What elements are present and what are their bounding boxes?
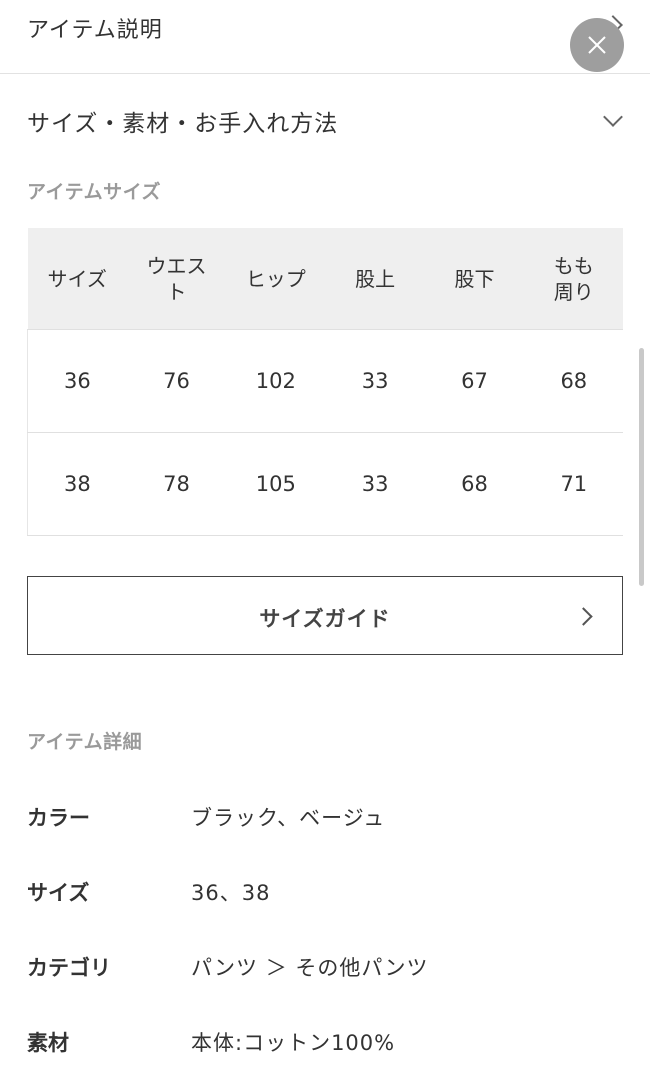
table-header-cell: ヒップ	[226, 228, 326, 330]
table-cell: 71	[524, 432, 624, 536]
detail-value: ブラック、ベージュ	[191, 806, 386, 830]
detail-row-size: サイズ 36、38	[27, 877, 623, 917]
table-cell: 38	[26, 432, 127, 536]
size-table: サイズ ウエスト ヒップ 股上 股下 もも周り 36 76 102 33 67 …	[26, 228, 624, 536]
table-header-row: サイズ ウエスト ヒップ 股上 股下 もも周り	[27, 228, 624, 330]
size-guide-label: サイズガイド	[259, 607, 391, 631]
detail-row-color: カラー ブラック、ベージュ	[27, 802, 623, 842]
size-material-care-accordion[interactable]: サイズ・素材・お手入れ方法	[0, 74, 650, 166]
table-header-cell: 股下	[424, 228, 525, 330]
chevron-down-icon	[603, 107, 623, 127]
item-size-label: アイテムサイズ	[27, 181, 162, 203]
table-row: 36 76 102 33 67 68	[26, 329, 624, 433]
table-cell: 67	[424, 329, 525, 433]
item-description-title: アイテム説明	[27, 18, 163, 43]
accordion-title: サイズ・素材・お手入れ方法	[27, 111, 339, 137]
table-cell: 36	[26, 329, 127, 433]
close-button[interactable]	[570, 18, 624, 72]
table-header-cell: サイズ	[27, 228, 127, 330]
item-description-row[interactable]: アイテム説明	[0, 0, 650, 74]
detail-value: 本体:コットン100%	[191, 1031, 396, 1055]
item-details-label: アイテム詳細	[27, 731, 143, 753]
detail-key: サイズ	[27, 881, 90, 905]
scrollbar[interactable]	[639, 348, 644, 586]
close-icon	[588, 36, 606, 54]
table-header-cell: 股上	[325, 228, 425, 330]
table-header-cell: もも周り	[524, 228, 624, 330]
detail-row-material: 素材 本体:コットン100%	[27, 1027, 623, 1067]
detail-value: 36、38	[191, 881, 271, 905]
detail-row-category: カテゴリ パンツ ＞ その他パンツ	[27, 952, 623, 992]
table-cell: 33	[325, 329, 425, 433]
table-cell: 105	[226, 432, 326, 536]
table-cell: 78	[126, 432, 227, 536]
detail-key: カラー	[27, 806, 90, 830]
detail-value: パンツ ＞ その他パンツ	[191, 956, 429, 980]
table-cell: 76	[126, 329, 227, 433]
table-cell: 68	[424, 432, 525, 536]
table-cell: 33	[325, 432, 425, 536]
table-row: 38 78 105 33 68 71	[26, 432, 624, 536]
detail-key: 素材	[27, 1031, 69, 1055]
size-guide-button[interactable]: サイズガイド	[27, 576, 623, 655]
table-cell: 68	[524, 329, 624, 433]
table-cell: 102	[226, 329, 326, 433]
detail-key: カテゴリ	[27, 956, 111, 980]
table-header-cell: ウエスト	[126, 228, 227, 330]
